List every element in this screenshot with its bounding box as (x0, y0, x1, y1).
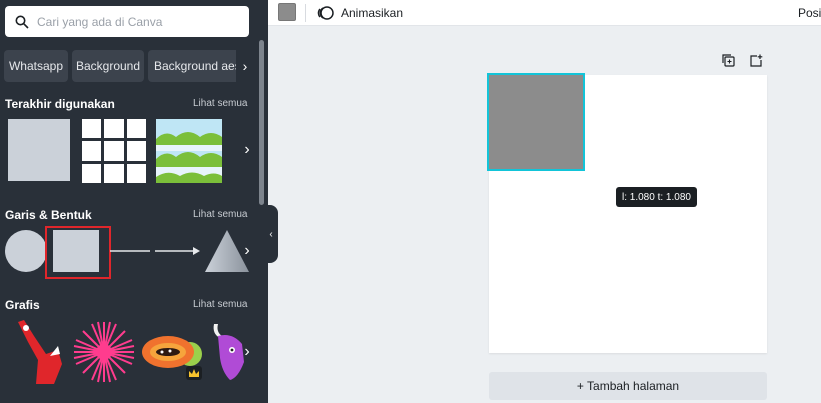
chip-background[interactable]: Background (72, 50, 144, 82)
chips-next-icon[interactable]: › (236, 50, 254, 82)
toolbar-divider (305, 4, 306, 22)
search-icon (15, 15, 29, 29)
search-input[interactable] (37, 14, 227, 29)
graphics-next-icon[interactable]: › (240, 332, 254, 372)
editor-toolbar: Animasikan Posi (268, 0, 821, 26)
panel-scrollbar[interactable] (259, 40, 264, 205)
section-title-graphics: Grafis (5, 298, 40, 312)
see-all-graphics-link[interactable]: Lihat semua (193, 299, 247, 310)
position-button[interactable]: Posi (798, 6, 821, 20)
recent-square-tile[interactable] (8, 119, 70, 181)
circle-shape[interactable] (5, 230, 47, 272)
animate-icon[interactable] (317, 5, 335, 21)
line-shape[interactable] (110, 244, 150, 258)
color-swatch-button[interactable] (278, 3, 296, 21)
collapse-panel-button[interactable]: ‹ (264, 205, 278, 263)
add-page-icon[interactable] (749, 54, 763, 68)
section-title-recent: Terakhir digunakan (5, 97, 115, 111)
animate-button[interactable]: Animasikan (341, 6, 403, 20)
selected-square-element[interactable] (487, 73, 585, 171)
recent-landscape-tile[interactable] (156, 119, 222, 183)
search-box[interactable] (5, 6, 249, 37)
graphic-starburst[interactable] (72, 320, 136, 384)
recent-grid-tile[interactable] (82, 119, 146, 183)
see-all-recent-link[interactable]: Lihat semua (193, 98, 247, 109)
shapes-next-icon[interactable]: › (240, 231, 254, 271)
crown-premium-icon (186, 366, 202, 380)
square-shape[interactable] (53, 230, 99, 272)
side-panel: WhatsappBackgroundBackground aes › Terak… (0, 0, 268, 403)
graphic-rock-hand[interactable] (8, 320, 66, 386)
add-page-button[interactable]: + Tambah halaman (489, 372, 767, 400)
arrow-line-shape[interactable] (155, 244, 201, 258)
size-tooltip: l: 1.080 t: 1.080 (616, 187, 697, 207)
chip-background-aes[interactable]: Background aes (148, 50, 244, 82)
recent-next-icon[interactable]: › (240, 130, 254, 170)
see-all-shapes-link[interactable]: Lihat semua (193, 209, 247, 220)
chip-whatsapp[interactable]: Whatsapp (4, 50, 68, 82)
suggestion-chips: Whatsapp Background Background aes (4, 50, 254, 82)
duplicate-page-icon[interactable] (722, 54, 735, 67)
section-title-shapes: Garis & Bentuk (5, 208, 92, 222)
landscape-image (156, 119, 222, 183)
